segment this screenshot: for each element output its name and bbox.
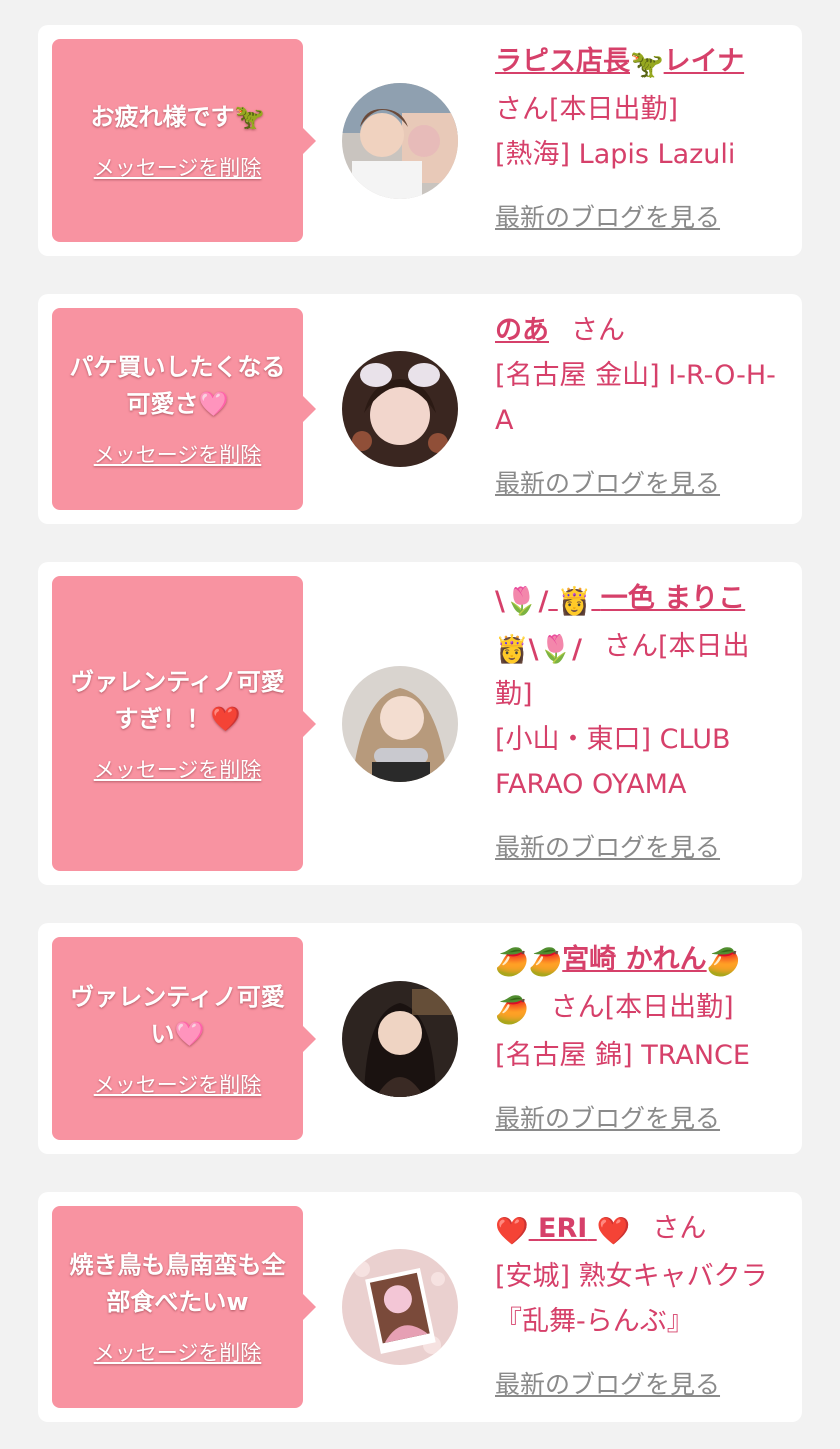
shop-location: [熱海] Lapis Lazuli <box>495 139 736 170</box>
profile-name-suffix: レイナ <box>663 46 745 77</box>
avatar[interactable] <box>342 980 458 1097</box>
mango-icon: 🥭 <box>495 995 529 1026</box>
shop-location: [小山・東口] CLUB FARAO OYAMA <box>495 724 731 800</box>
princess-icon: 👸 <box>557 586 592 617</box>
profile-name[interactable]: のあ <box>495 315 549 346</box>
shop-location: [安城] 熟女キャバクラ『乱舞-らんぶ』 <box>495 1261 768 1337</box>
mango-icon: 🥭 <box>528 947 563 978</box>
mango-icon: 🥭 <box>706 947 741 978</box>
view-blog-link[interactable]: 最新のブログを見る <box>495 1096 720 1141</box>
honorific: さん <box>495 94 549 125</box>
tulip-icon: \🌷/ <box>495 586 549 617</box>
message-bubble: お疲れ様です🦖 メッセージを削除 <box>52 39 316 242</box>
message-bubble: 焼き鳥も鳥南蛮も全部食べたいw メッセージを削除 <box>52 1206 316 1408</box>
honorific: さん <box>652 1213 707 1244</box>
honorific: さん <box>550 992 605 1023</box>
message-bubble: ヴァレンティノ可愛すぎ！！❤️ メッセージを削除 <box>52 576 316 871</box>
message-text: パケ買いしたくなる可愛さ🩷 <box>69 353 286 418</box>
profile-name: 宮崎 かれん <box>562 944 707 975</box>
avatar[interactable] <box>342 665 458 782</box>
message-text: 焼き鳥も鳥南蛮も全部食べたいw <box>69 1251 286 1316</box>
profile-info: ❤️ ERI ❤️ さん [安城] 熟女キャバクラ『乱舞-らんぶ』 最新のブログを… <box>495 1206 782 1407</box>
avatar[interactable] <box>342 82 458 199</box>
message-card: ヴァレンティノ可愛すぎ！！❤️ メッセージを削除 \🌷/ 👸 一色 まりこ 👸\🌷… <box>38 562 802 885</box>
avatar[interactable] <box>342 1249 458 1365</box>
delete-message-link[interactable]: メッセージを削除 <box>94 439 262 469</box>
view-blog-link[interactable]: 最新のブログを見る <box>495 461 720 506</box>
delete-message-link[interactable]: メッセージを削除 <box>94 754 262 784</box>
view-blog-link[interactable]: 最新のブログを見る <box>495 1362 720 1407</box>
honorific: さん <box>571 315 625 346</box>
profile-info: \🌷/ 👸 一色 まりこ 👸\🌷/さん[本日出勤] [小山・東口] CLUB FA… <box>495 576 782 870</box>
on-duty-label: [本日出勤] <box>549 94 679 125</box>
profile-name: ラピス店長 <box>495 46 630 77</box>
honorific: さん <box>603 631 658 662</box>
dinosaur-icon: 🦖 <box>630 49 664 80</box>
message-card: パケ買いしたくなる可愛さ🩷 メッセージを削除 のあ さん [名古屋 金山] I-R… <box>38 294 802 524</box>
avatar[interactable] <box>342 351 458 467</box>
message-text: ヴァレンティノ可愛すぎ！！❤️ <box>70 667 285 733</box>
message-bubble: パケ買いしたくなる可愛さ🩷 メッセージを削除 <box>52 308 316 510</box>
shop-location: [名古屋 金山] I-R-O-H-A <box>495 360 776 436</box>
profile-info: ラピス店長🦖レイナ さん[本日出勤] [熱海] Lapis Lazuli 最新の… <box>495 39 782 240</box>
view-blog-link[interactable]: 最新のブログを見る <box>495 825 720 870</box>
profile-name: ERI <box>538 1213 588 1244</box>
delete-message-link[interactable]: メッセージを削除 <box>94 1069 262 1099</box>
profile-info: のあ さん [名古屋 金山] I-R-O-H-A 最新のブログを見る <box>495 308 782 506</box>
profile-name-link[interactable]: ラピス店長🦖レイナ <box>495 46 745 80</box>
message-text: ヴァレンティノ可愛い🩷 <box>70 982 285 1048</box>
delete-message-link[interactable]: メッセージを削除 <box>94 152 262 182</box>
mango-icon: 🥭 <box>495 947 529 978</box>
profile-info: 🥭🥭宮崎 かれん🥭 🥭 さん[本日出勤] [名古屋 錦] TRANCE 最新のブログ… <box>495 937 782 1141</box>
message-card: 焼き鳥も鳥南蛮も全部食べたいw メッセージを削除 ❤️ ERI ❤️ さん [安城… <box>38 1192 802 1422</box>
message-bubble: ヴァレンティノ可愛い🩷 メッセージを削除 <box>52 937 316 1140</box>
shop-location: [名古屋 錦] TRANCE <box>495 1040 750 1071</box>
view-blog-link[interactable]: 最新のブログを見る <box>495 195 720 240</box>
on-duty-label: [本日出勤] <box>604 992 734 1023</box>
message-list: お疲れ様です🦖 メッセージを削除 ラピス店長🦖レイナ さん[本日出勤] [熱海]… <box>0 0 840 1449</box>
message-card: お疲れ様です🦖 メッセージを削除 ラピス店長🦖レイナ さん[本日出勤] [熱海]… <box>38 25 802 256</box>
message-card: ヴァレンティノ可愛い🩷 メッセージを削除 🥭🥭宮崎 かれん🥭 🥭 さん[本日出勤] … <box>38 923 802 1154</box>
profile-name-link[interactable]: ❤️ ERI ❤️ <box>495 1213 630 1247</box>
heart-icon: ❤️ <box>495 1216 529 1247</box>
tulip-icon: \🌷/ <box>528 634 582 665</box>
heart-icon: ❤️ <box>596 1216 631 1247</box>
princess-icon: 👸 <box>495 634 529 665</box>
delete-message-link[interactable]: メッセージを削除 <box>94 1337 262 1367</box>
message-text: お疲れ様です🦖 <box>90 103 265 131</box>
profile-name: 一色 まりこ <box>600 583 746 614</box>
